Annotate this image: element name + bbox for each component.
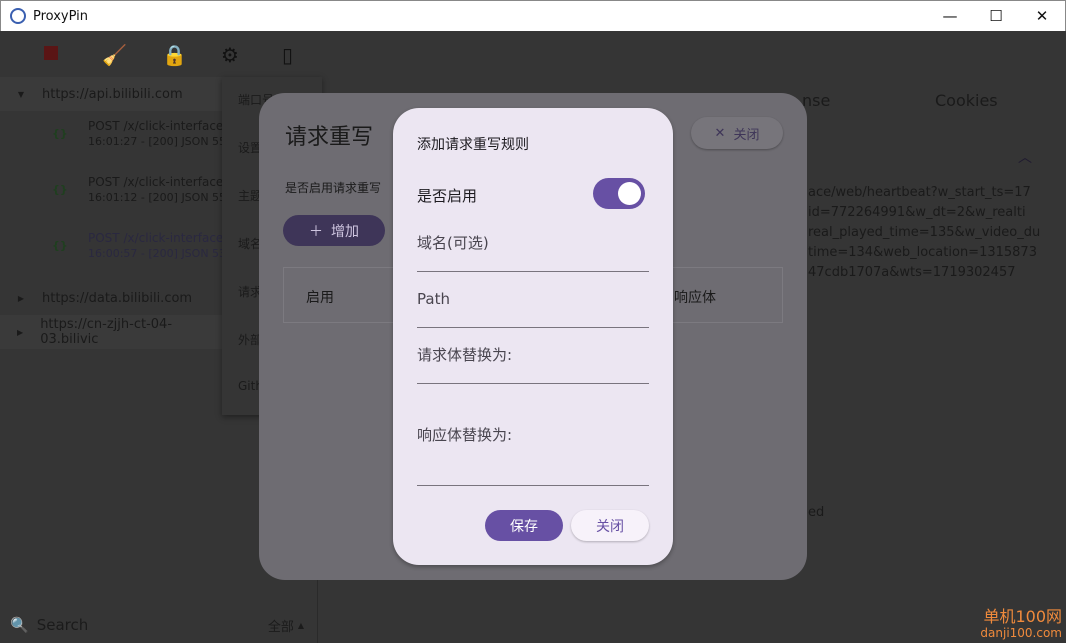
request-line: POST /x/click-interface/ bbox=[88, 119, 228, 133]
request-body-label: 请求体替换为: bbox=[417, 346, 513, 364]
enabled-label: 是否启用 bbox=[417, 187, 478, 205]
close-window-button[interactable]: ✕ bbox=[1019, 1, 1065, 31]
add-rewrite-rule-dialog: 添加请求重写规则 是否启用 域名(可选) Path 请求体替换为: 响应体替换为… bbox=[393, 108, 673, 565]
json-icon: {} bbox=[52, 239, 68, 252]
phone-icon[interactable]: ▯ bbox=[282, 43, 293, 67]
lock-icon[interactable]: 🔒 bbox=[162, 43, 187, 67]
filter-dropdown[interactable]: 全部 bbox=[268, 616, 294, 635]
request-line: POST /x/click-interface/ bbox=[88, 175, 228, 189]
domain-input[interactable]: 域名(可选) bbox=[417, 232, 649, 272]
host-label: https://api.bilibili.com bbox=[42, 86, 183, 102]
enabled-toggle[interactable] bbox=[593, 178, 645, 209]
caret-up-icon: ▲ bbox=[297, 620, 304, 630]
caret-right-icon: ▶ bbox=[17, 293, 25, 303]
close-dialog-button[interactable]: ✕ 关闭 bbox=[691, 117, 783, 149]
path-placeholder: Path bbox=[417, 290, 450, 308]
path-input[interactable]: Path bbox=[417, 290, 649, 328]
host-row[interactable]: ▶ https://cn-zjjh-ct-04-03.bilivic bbox=[0, 315, 222, 349]
host-label: https://cn-zjjh-ct-04-03.bilivic bbox=[40, 317, 173, 347]
broom-icon[interactable]: 🧹 bbox=[102, 43, 127, 67]
request-url-text: ace/web/heartbeat?w_start_ts=17 id=77226… bbox=[808, 185, 1041, 280]
gear-icon[interactable]: ⚙ bbox=[221, 43, 239, 67]
add-label: 增加 bbox=[331, 223, 359, 240]
stop-icon[interactable] bbox=[44, 46, 58, 60]
close-icon: ✕ bbox=[714, 125, 726, 141]
close-button[interactable]: 关闭 bbox=[571, 510, 649, 541]
request-row[interactable]: {} POST /x/click-interface/16:00:57 - [20… bbox=[0, 223, 227, 279]
plus-icon: ＋ bbox=[309, 223, 323, 240]
search-icon: 🔍 bbox=[10, 616, 29, 634]
caret-down-icon: ▼ bbox=[17, 89, 25, 99]
watermark: 单机100网 danji100.com bbox=[980, 607, 1062, 641]
detail-text: ed bbox=[808, 505, 825, 520]
domain-placeholder: 域名(可选) bbox=[417, 234, 489, 252]
maximize-button[interactable]: ☐ bbox=[973, 1, 1019, 31]
chevron-up-icon[interactable]: ︿ bbox=[1018, 147, 1032, 167]
minimize-button[interactable]: — bbox=[927, 1, 973, 31]
dialog-title: 添加请求重写规则 bbox=[417, 137, 529, 153]
request-line: POST /x/click-interface/ bbox=[88, 231, 228, 245]
search-input[interactable]: Search bbox=[37, 616, 268, 634]
app-logo-icon bbox=[10, 8, 26, 24]
tab-cookies[interactable]: Cookies bbox=[935, 91, 998, 110]
search-bar[interactable]: 🔍 Search 全部 ▲ bbox=[0, 607, 310, 643]
json-icon: {} bbox=[52, 183, 68, 196]
request-body-input[interactable]: 请求体替换为: bbox=[417, 344, 649, 384]
request-row[interactable]: {} POST /x/click-interface/16:01:12 - [20… bbox=[0, 167, 227, 223]
title-bar: ProxyPin — ☐ ✕ bbox=[0, 0, 1066, 31]
request-meta: 16:00:57 - [200] JSON 53 bbox=[88, 247, 227, 260]
close-label: 关闭 bbox=[733, 127, 760, 143]
request-meta: 16:01:27 - [200] JSON 55 bbox=[88, 135, 227, 148]
save-button[interactable]: 保存 bbox=[485, 510, 563, 541]
caret-right-icon: ▶ bbox=[17, 327, 24, 337]
column-header: 启用 bbox=[306, 290, 334, 306]
json-icon: {} bbox=[52, 127, 68, 140]
request-meta: 16:01:12 - [200] JSON 55 bbox=[88, 191, 227, 204]
request-row[interactable]: {} POST /x/click-interface/16:01:27 - [20… bbox=[0, 111, 227, 167]
host-row[interactable]: ▼ https://api.bilibili.com bbox=[0, 77, 222, 111]
tab-response[interactable]: nse bbox=[802, 91, 830, 110]
add-button[interactable]: ＋ 增加 bbox=[283, 215, 385, 246]
dialog-title: 请求重写 bbox=[285, 125, 374, 150]
host-label: https://data.bilibili.com bbox=[42, 290, 193, 306]
host-row[interactable]: ▶ https://data.bilibili.com bbox=[0, 281, 222, 315]
column-header: 响应体 bbox=[674, 290, 716, 306]
response-body-label: 响应体替换为: bbox=[417, 426, 513, 444]
enable-rewrite-label: 是否启用请求重写 bbox=[285, 181, 382, 195]
response-body-input[interactable]: 响应体替换为: bbox=[417, 424, 649, 486]
window-title: ProxyPin bbox=[33, 8, 89, 24]
